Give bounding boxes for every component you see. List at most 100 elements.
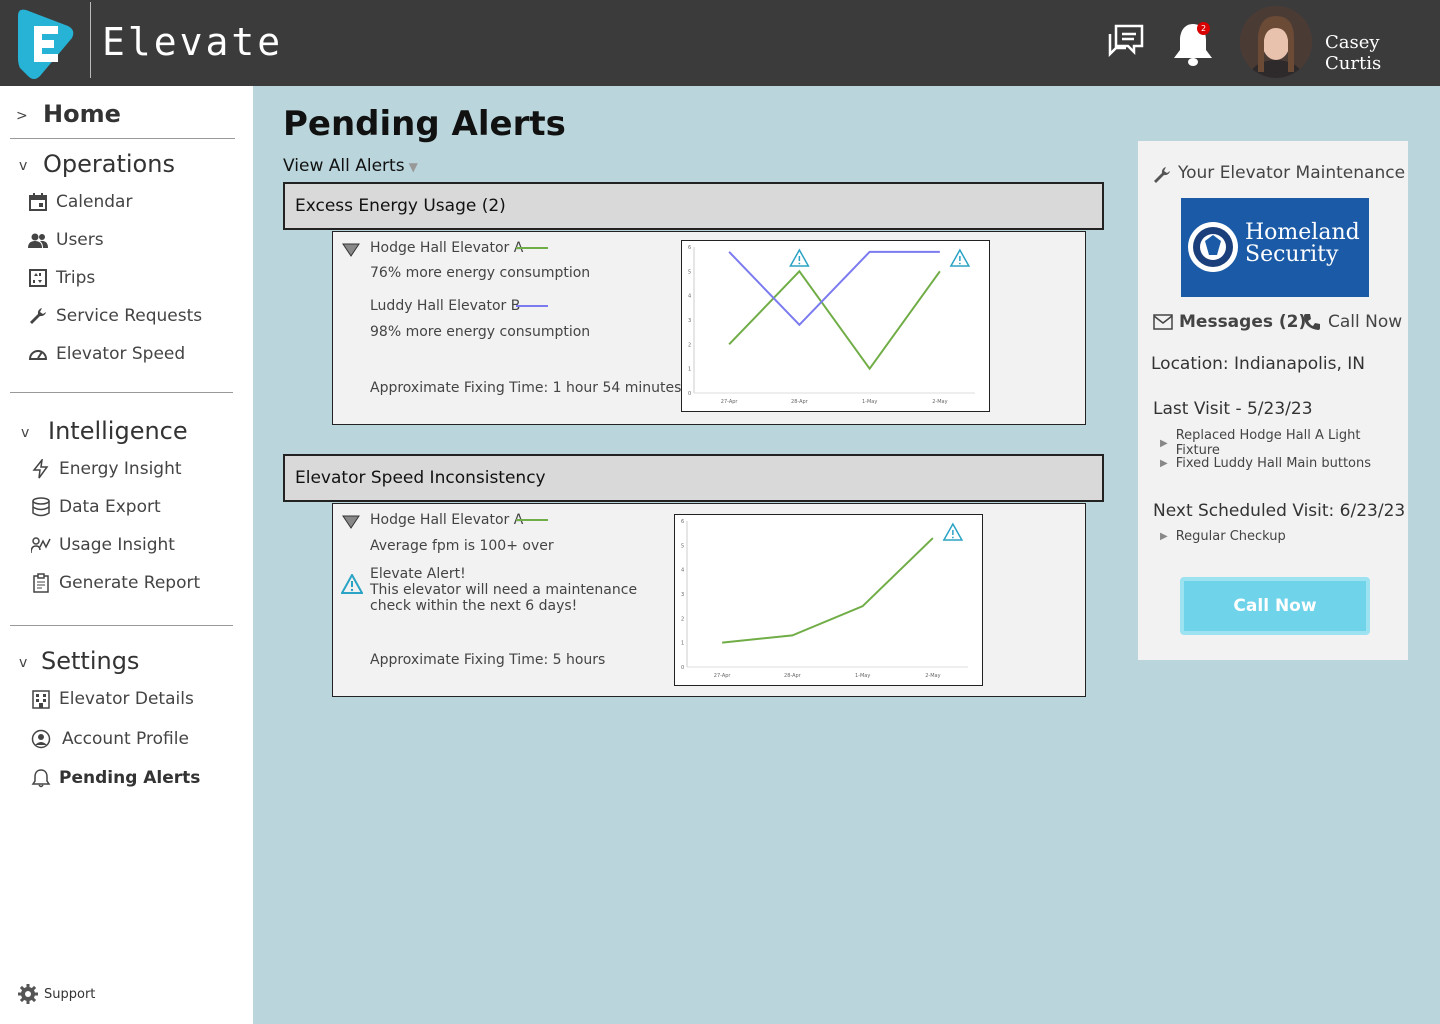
sidebar-item-pending-alerts[interactable]: Pending Alerts	[31, 768, 200, 788]
user-name[interactable]: Casey Curtis	[1325, 32, 1440, 74]
elevate-logo-icon[interactable]	[18, 6, 76, 80]
sidebar-item-elevator-details[interactable]: Elevator Details	[31, 689, 194, 709]
y-tick-label: 1	[681, 641, 684, 647]
company-name: Homeland Security	[1245, 222, 1360, 266]
sidebar-item-label: Elevator Speed	[56, 344, 186, 364]
messages-link[interactable]: Messages (2)	[1153, 312, 1306, 332]
sidebar-item-account-profile[interactable]: Account Profile	[31, 729, 189, 749]
collapse-triangle-icon[interactable]	[342, 243, 360, 257]
divider	[10, 625, 233, 626]
messages-icon[interactable]	[1106, 22, 1146, 62]
home-caret-icon[interactable]: >	[16, 108, 28, 124]
x-tick-label: 2-May	[925, 673, 940, 679]
alert-body-energy: Hodge Hall Elevator A 76% more energy co…	[332, 231, 1086, 425]
support-label: Support	[44, 986, 96, 1002]
sidebar-item-users[interactable]: Users	[28, 230, 104, 250]
page-title: Pending Alerts	[283, 104, 566, 144]
sidebar-item-home[interactable]: Home	[43, 100, 121, 128]
intelligence-caret-icon[interactable]: v	[21, 425, 29, 441]
alert-header-speed[interactable]: Elevator Speed Inconsistency	[283, 454, 1104, 502]
alert-header-energy[interactable]: Excess Energy Usage (2)	[283, 182, 1104, 230]
legend-line-green	[516, 247, 548, 249]
maintenance-card: Your Elevator Maintenance Homeland Securi…	[1138, 141, 1408, 660]
calendar-icon	[29, 193, 47, 211]
sidebar-item-elevator-speed[interactable]: Elevator Speed	[28, 344, 185, 364]
building-icon	[32, 690, 50, 709]
sidebar-item-generate-report[interactable]: Generate Report	[31, 573, 200, 593]
alert-marker-dot	[951, 536, 954, 539]
sidebar-item-energy-insight[interactable]: Energy Insight	[31, 459, 182, 479]
sidebar-item-trips[interactable]: Trips	[28, 268, 95, 288]
x-tick-label: 27-Apr	[714, 673, 732, 679]
notifications-button[interactable]: 2	[1170, 20, 1216, 68]
divider	[10, 392, 233, 393]
y-tick-label: 6	[688, 245, 691, 251]
last-visit: Last Visit - 5/23/23	[1153, 399, 1313, 419]
sidebar-item-label: Elevator Details	[59, 689, 194, 709]
last-visit-item[interactable]: ▶ Fixed Luddy Hall Main buttons	[1160, 456, 1371, 471]
alert-marker-dot	[798, 262, 801, 265]
operations-caret-icon[interactable]: v	[19, 158, 27, 174]
sidebar-item-label: Account Profile	[62, 729, 189, 749]
lightning-icon	[32, 459, 49, 479]
expand-arrow-icon: ▶	[1160, 437, 1168, 449]
sidebar-section-intelligence[interactable]: Intelligence	[48, 417, 188, 445]
alert-marker-dot	[958, 262, 961, 265]
view-all-alerts-dropdown[interactable]: View All Alerts ▼	[283, 156, 418, 176]
y-tick-label: 2	[688, 342, 691, 348]
sidebar-item-label: Users	[56, 230, 104, 250]
next-visit-item[interactable]: ▶ Regular Checkup	[1160, 529, 1286, 544]
call-now-link[interactable]: Call Now	[1302, 312, 1402, 332]
sidebar-item-label: Usage Insight	[59, 535, 175, 555]
elevator-name: Hodge Hall Elevator A	[370, 512, 524, 528]
dropdown-arrow-icon: ▼	[408, 160, 418, 174]
divider	[10, 138, 235, 139]
location: Location: Indianapolis, IN	[1151, 354, 1365, 374]
view-all-label: View All Alerts	[283, 156, 405, 176]
gear-icon	[18, 984, 38, 1004]
top-bar: Elevate 2 Casey Curtis	[0, 0, 1440, 86]
sidebar-item-label: Pending Alerts	[59, 768, 201, 788]
sidebar-item-calendar[interactable]: Calendar	[28, 192, 132, 212]
next-visit-item-label: Regular Checkup	[1175, 529, 1286, 544]
alert-detail: Average fpm is 100+ over	[370, 538, 554, 554]
sidebar-item-label: Calendar	[56, 192, 133, 212]
expand-arrow-icon: ▶	[1160, 531, 1168, 542]
call-now-button[interactable]: Call Now	[1180, 577, 1370, 635]
user-activity-icon	[31, 537, 51, 554]
alert-body-speed: Hodge Hall Elevator A Average fpm is 100…	[332, 503, 1086, 697]
alert-detail: 76% more energy consumption	[370, 265, 591, 281]
legend-line-blue	[516, 305, 548, 307]
sidebar-item-label: Trips	[56, 268, 96, 288]
support-link[interactable]: Support	[18, 984, 95, 1004]
chart-svg: 0 1 2 3 4 5 6 27-Apr 28-Apr 1-May 2-May	[688, 245, 975, 405]
sidebar-item-usage-insight[interactable]: Usage Insight	[31, 535, 175, 555]
sidebar-item-service-requests[interactable]: Service Requests	[28, 306, 202, 326]
warning-icon	[341, 574, 363, 594]
sidebar-section-settings[interactable]: Settings	[41, 647, 139, 675]
sidebar-section-operations[interactable]: Operations	[43, 150, 175, 178]
sidebar-item-data-export[interactable]: Data Export	[31, 497, 161, 517]
homeland-security-logo[interactable]: Homeland Security	[1181, 198, 1369, 297]
wrench-icon	[30, 308, 46, 324]
x-tick-label: 2-May	[932, 399, 947, 405]
y-tick-label: 0	[681, 665, 684, 671]
settings-caret-icon[interactable]: v	[19, 655, 27, 671]
y-tick-label: 6	[681, 519, 684, 525]
speedometer-icon	[28, 350, 48, 360]
fix-time: Approximate Fixing Time: 5 hours	[370, 652, 606, 668]
alert-marker-icon	[789, 248, 810, 267]
account-icon	[31, 729, 51, 749]
envelope-icon	[1153, 314, 1173, 330]
phone-icon	[1304, 314, 1320, 330]
avatar[interactable]	[1240, 6, 1312, 78]
y-tick-label: 4	[688, 294, 691, 300]
x-tick-label: 28-Apr	[791, 399, 809, 405]
collapse-triangle-icon[interactable]	[342, 515, 360, 529]
trips-icon	[29, 269, 47, 287]
app-name[interactable]: Elevate	[102, 20, 283, 64]
legend-line-green	[516, 519, 548, 521]
clipboard-icon	[33, 573, 49, 593]
last-visit-item[interactable]: ▶ Replaced Hodge Hall A Light Fixture	[1160, 428, 1408, 458]
y-tick-label: 5	[681, 543, 684, 549]
